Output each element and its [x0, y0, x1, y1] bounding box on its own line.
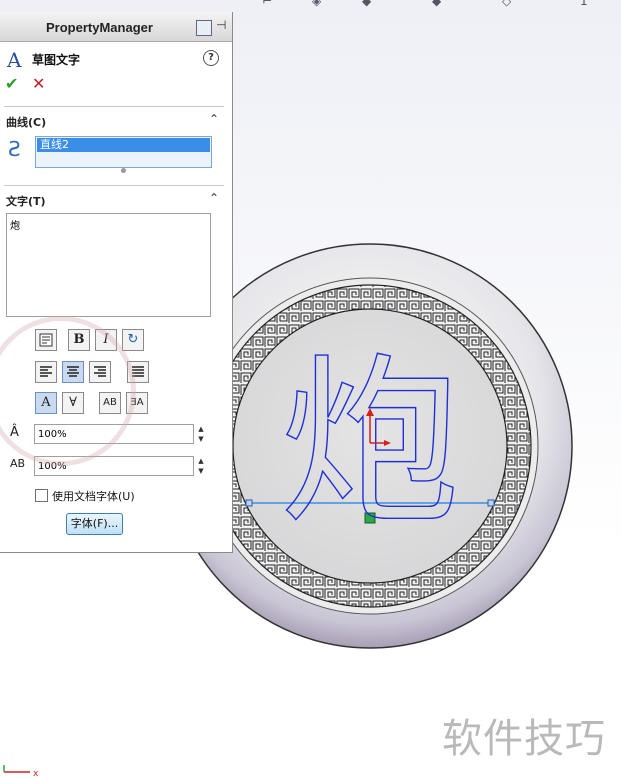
align-left-button[interactable]: [35, 361, 57, 383]
justify-button[interactable]: [127, 361, 149, 383]
divider: [4, 106, 224, 107]
watermark-text: 软件技巧: [442, 716, 606, 762]
help-button[interactable]: ?: [203, 50, 219, 66]
use-document-font-checkbox[interactable]: [35, 489, 48, 502]
line-endpoint: [245, 499, 253, 507]
feature-title: 草图文字: [32, 53, 81, 67]
view-triad-icon: x: [3, 765, 39, 778]
sketch-text-input[interactable]: 炮: [6, 213, 211, 317]
flip-vertical-down-icon[interactable]: ∀: [62, 392, 84, 414]
sketch-text-icon: A: [7, 48, 22, 72]
collapse-arrow-icon[interactable]: ⊣: [216, 18, 226, 32]
property-manager-panel: PropertyManager ⊣ A 草图文字 ? ✔ ✕ 曲线(C) ⌃ Ƨ…: [0, 12, 233, 553]
panel-titlebar: PropertyManager ⊣: [0, 12, 232, 42]
divider: [4, 185, 224, 186]
curve-selected-item[interactable]: 直线2: [37, 138, 210, 152]
chevron-up-icon[interactable]: ⌃: [209, 191, 219, 205]
svg-text:x: x: [33, 769, 39, 778]
link-property-button[interactable]: [35, 329, 57, 351]
use-document-font-label[interactable]: 使用文档字体(U): [52, 488, 135, 504]
pin-icon[interactable]: [196, 20, 212, 36]
flip-horizontal-button[interactable]: AB: [99, 392, 121, 414]
chevron-up-icon[interactable]: ⌃: [209, 112, 219, 126]
align-right-button[interactable]: [89, 361, 111, 383]
align-center-button[interactable]: [62, 361, 84, 383]
width-factor-field[interactable]: 100%: [34, 424, 194, 444]
spacing-icon: AB: [10, 457, 26, 470]
curves-group-title: 曲线(C): [6, 116, 47, 129]
line-endpoint: [487, 499, 495, 507]
text-group-title: 文字(T): [6, 195, 46, 208]
font-button[interactable]: 字体(F)...: [66, 513, 123, 535]
cancel-button[interactable]: ✕: [32, 74, 45, 93]
width-factor-stepper[interactable]: ▲ ▼: [195, 424, 207, 444]
bold-button[interactable]: B: [68, 329, 90, 351]
panel-title: PropertyManager: [46, 20, 153, 35]
curve-icon: Ƨ: [8, 137, 21, 161]
flip-horizontal-mirror-icon[interactable]: ƎA: [126, 392, 148, 414]
ok-button[interactable]: ✔: [5, 74, 18, 93]
spacing-field[interactable]: 100%: [34, 456, 194, 476]
spacing-stepper[interactable]: ▲ ▼: [195, 456, 207, 476]
curve-selection-box[interactable]: 直线2: [35, 136, 212, 168]
width-factor-icon: Â: [10, 425, 19, 440]
flip-vertical-button[interactable]: A: [35, 392, 57, 414]
italic-button[interactable]: I: [95, 329, 117, 351]
rotate-button[interactable]: ↻: [122, 329, 144, 351]
resize-grip[interactable]: [121, 168, 126, 173]
